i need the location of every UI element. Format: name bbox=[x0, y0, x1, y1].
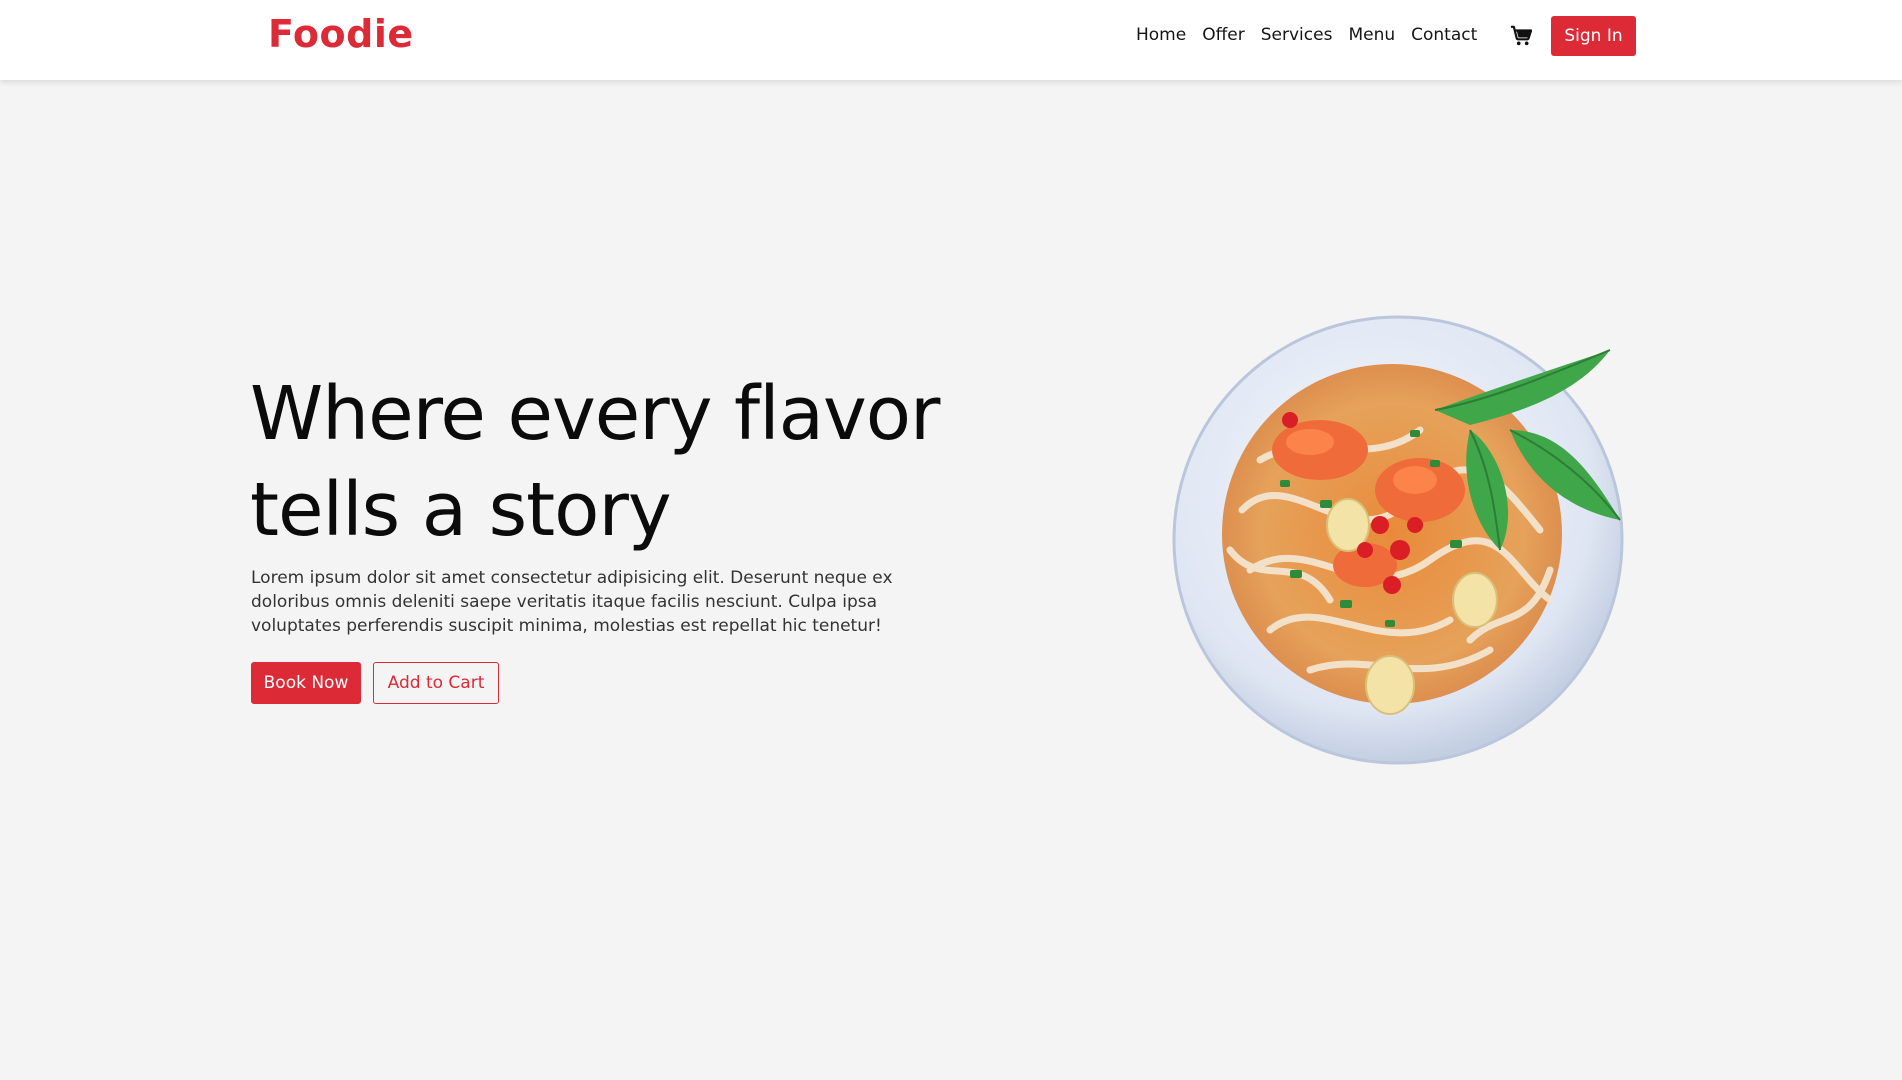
nav-link-offer[interactable]: Offer bbox=[1202, 25, 1245, 45]
brand-logo[interactable]: Foodie bbox=[268, 12, 414, 56]
noodle-bowl-image bbox=[1172, 315, 1624, 765]
hero-description: Lorem ipsum dolor sit amet consectetur a… bbox=[251, 568, 893, 636]
hero-title-line-1: Where every flavor bbox=[250, 371, 940, 457]
site-header: Foodie Home Offer Services Menu Contact … bbox=[0, 0, 1902, 80]
sign-in-button[interactable]: Sign In bbox=[1551, 16, 1636, 56]
nav-link-home[interactable]: Home bbox=[1136, 25, 1186, 45]
book-now-button[interactable]: Book Now bbox=[251, 662, 361, 704]
cart-icon[interactable] bbox=[1510, 25, 1533, 47]
hero-title: Where every flavor tells a story bbox=[250, 366, 1010, 558]
add-to-cart-button[interactable]: Add to Cart bbox=[373, 662, 499, 704]
nav-link-services[interactable]: Services bbox=[1261, 25, 1333, 45]
hero-title-line-2: tells a story bbox=[250, 467, 672, 553]
nav-link-menu[interactable]: Menu bbox=[1348, 25, 1395, 45]
nav-link-contact[interactable]: Contact bbox=[1411, 25, 1477, 45]
main-nav: Home Offer Services Menu Contact bbox=[1136, 25, 1477, 45]
hero-actions: Book Now Add to Cart bbox=[251, 662, 499, 704]
